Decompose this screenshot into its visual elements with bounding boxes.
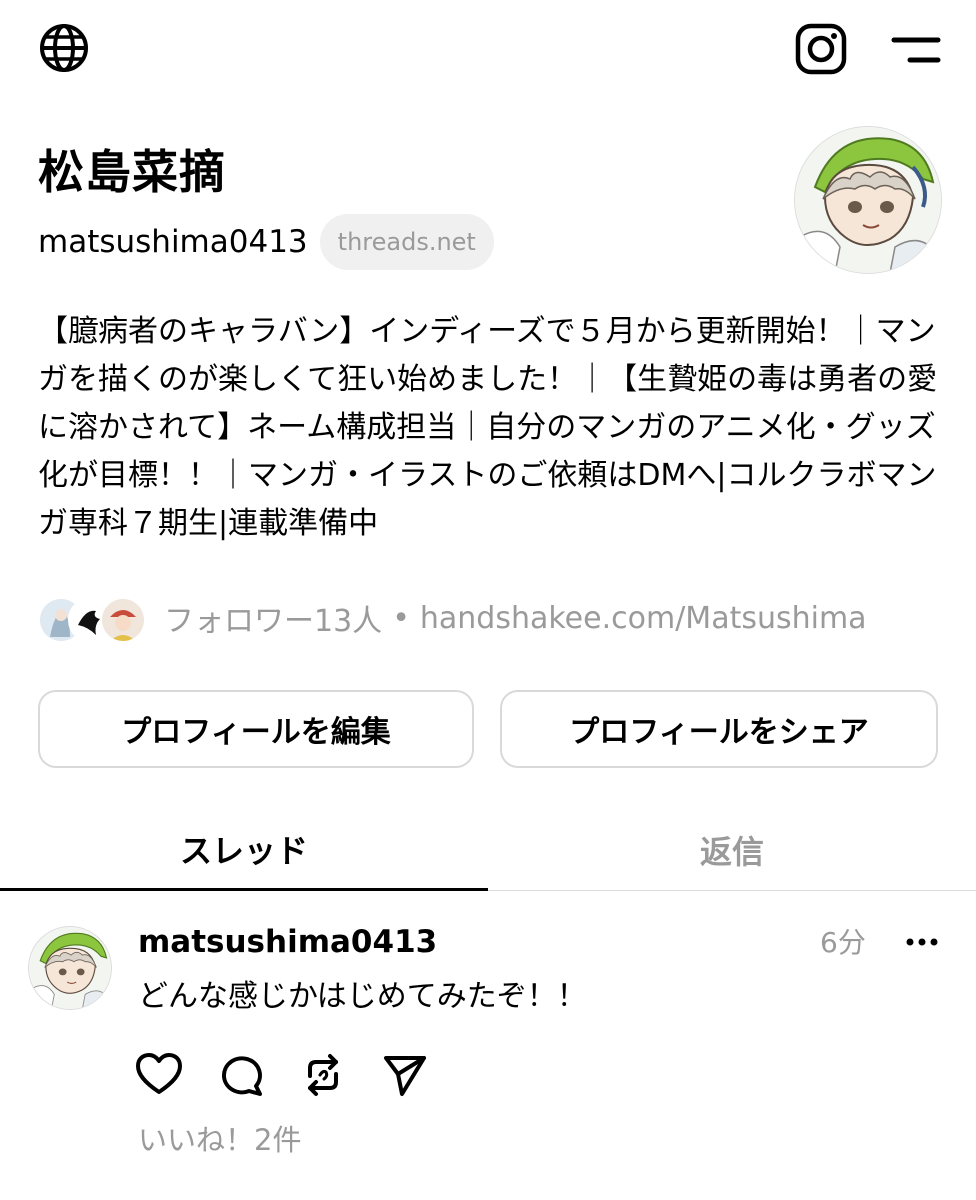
post-avatar[interactable]: [28, 926, 112, 1010]
post-text: どんな感じかはじめてみたぞ！！: [138, 979, 587, 1014]
share-profile-button[interactable]: プロフィールをシェア: [500, 690, 938, 768]
handle-row: matsushima0413 threads.net: [38, 214, 494, 270]
post-timestamp: 6分: [820, 926, 866, 959]
menu-icon[interactable]: [890, 30, 942, 70]
instagram-icon[interactable]: [794, 22, 848, 76]
post-actions: [134, 1050, 462, 1100]
domain-badge[interactable]: threads.net: [319, 214, 494, 270]
profile-handle: matsushima0413: [38, 224, 308, 260]
follower-avatar: [100, 597, 146, 643]
avatar-illustration: [29, 927, 111, 1009]
avatar-illustration: [795, 127, 941, 273]
followers-count[interactable]: フォロワー13人: [164, 596, 382, 640]
edit-profile-button[interactable]: プロフィールを編集: [38, 690, 474, 768]
profile-link[interactable]: handshakee.com/Matsushima: [420, 601, 867, 636]
profile-avatar[interactable]: [794, 126, 942, 274]
post-username[interactable]: matsushima0413: [138, 920, 437, 964]
comment-icon[interactable]: [216, 1050, 266, 1100]
repost-icon[interactable]: [298, 1050, 348, 1100]
profile-tabs: スレッド 返信: [0, 810, 976, 891]
tab-replies[interactable]: 返信: [488, 810, 976, 890]
post-likes[interactable]: いいね！2件: [138, 1118, 301, 1162]
followers-row[interactable]: フォロワー13人 • handshakee.com/Matsushima: [38, 590, 867, 646]
tab-threads[interactable]: スレッド: [0, 810, 488, 891]
heart-icon[interactable]: [134, 1050, 184, 1100]
separator-dot: •: [392, 600, 410, 636]
profile-bio: 【臆病者のキャラバン】インディーズで５月から更新開始！｜マンガを描くのが楽しくて…: [38, 314, 938, 541]
globe-icon[interactable]: [38, 22, 90, 74]
thread-post[interactable]: matsushima0413 6分 どんな感じかはじめてみたぞ！！ いいね！2件: [0, 892, 976, 1198]
more-icon[interactable]: [902, 922, 942, 962]
profile-name: 松島菜摘: [38, 145, 226, 199]
follower-avatars[interactable]: [38, 593, 150, 643]
send-icon[interactable]: [380, 1050, 430, 1100]
